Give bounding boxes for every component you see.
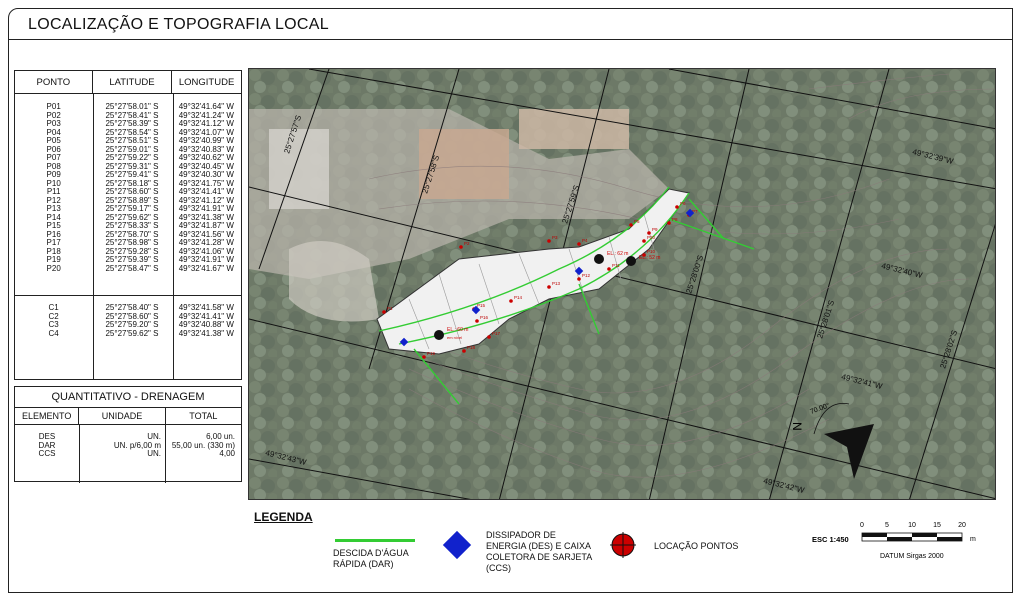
quantity-table: QUANTITATIVO - DRENAGEM ELEMENTO UNIDADE… (14, 386, 242, 483)
elevation-label: EL.: 62 m (607, 251, 628, 257)
point-label: P1 (387, 306, 393, 311)
header-unidade: UNIDADE (79, 408, 166, 424)
scale-unit: m (970, 536, 976, 543)
elevation-label: EL.: 52 m (639, 255, 660, 261)
elevation-marker-icon (434, 330, 444, 340)
total: 4,00 (219, 449, 235, 458)
header-longitude: LONGITUDE (178, 76, 235, 88)
point-label: P14 (514, 295, 523, 300)
longitude: 49°32'41.38" W (178, 328, 234, 338)
scale-bar: ESC 1:450 0 5 10 15 20 m DATUM Sirgas 20… (810, 518, 1000, 568)
location-point-marker[interactable] (577, 242, 581, 246)
unit: UN. (147, 449, 161, 458)
north-label: N (790, 422, 804, 431)
location-point-marker[interactable] (509, 299, 513, 303)
location-point-marker[interactable] (629, 223, 633, 227)
point-label: P2 (464, 241, 470, 246)
location-point-marker[interactable] (475, 319, 479, 323)
point-label: P6 (680, 201, 686, 206)
point-id: C4 (48, 328, 59, 338)
location-point-marker[interactable] (675, 205, 679, 209)
building-roof (269, 129, 329, 209)
point-id: P20 (46, 263, 61, 273)
location-point-marker[interactable] (462, 349, 466, 353)
location-point-marker[interactable] (382, 310, 386, 314)
point-label: P20 (647, 235, 656, 240)
points-rows: P01 25°27'58.01" S 49°32'41.64" W P02 25°27'… (15, 102, 241, 274)
point-label: P11 (612, 263, 620, 268)
location-point-marker[interactable] (547, 285, 551, 289)
element: CCS (38, 449, 56, 458)
point-label: P4 (582, 238, 588, 243)
table-row: C4 25°27'59.62" S 49°32'41.38" W (15, 328, 241, 339)
coordinates-table: PONTO LATITUDE LONGITUDE P01 25°27'58.01"… (14, 70, 242, 380)
legend-title: LEGENDA (254, 510, 313, 524)
point-label: P8 (672, 217, 678, 222)
point-label: P16 (480, 315, 489, 320)
page-title: LOCALIZAÇÃO E TOPOGRAFIA LOCAL (28, 16, 329, 33)
point-label: P3 (552, 235, 558, 240)
quantity-table-header: ELEMENTO UNIDADE TOTAL (15, 408, 241, 425)
scale-tick: 15 (933, 522, 941, 529)
dar-line-icon (335, 539, 415, 542)
header-ponto: PONTO (15, 71, 93, 93)
site-map-canvas: P1P2P3P4P5P6P7P8P9P10P11P12P13P14P15P16P… (249, 69, 995, 499)
elevation-sub: em nível (447, 335, 462, 340)
scale-tick: 0 (860, 522, 864, 529)
site-map[interactable]: P1 P2 P3 P4 P5 P6 P7 P8 P9 P10 P11 P12 P13 P14 P15 P16 P… (248, 68, 996, 500)
table-row: P20 25°27'58.47" S 49°32'41.67" W (15, 263, 241, 274)
point-label: P5 (634, 219, 640, 224)
legend-loc-label: LOCAÇÃO PONTOS (654, 541, 739, 551)
scale-tick: 10 (908, 522, 916, 529)
location-point-marker[interactable] (487, 335, 491, 339)
longitude: 49°32'41.67" W (178, 263, 234, 273)
latitude: 25°27'58.47" S (105, 263, 159, 273)
location-point-marker[interactable] (577, 277, 581, 281)
location-point-marker[interactable] (422, 355, 426, 359)
coordinates-table-header: PONTO LATITUDE LONGITUDE (15, 71, 241, 94)
scale-tick: 5 (885, 522, 889, 529)
point-label: P9 (652, 227, 658, 232)
table-row: CCS UN. 4,00 (15, 449, 241, 459)
location-point-marker[interactable] (642, 239, 646, 243)
header-elemento: ELEMENTO (15, 408, 80, 424)
point-label: P17 (492, 331, 501, 336)
location-point-marker[interactable] (667, 221, 671, 225)
scale-label: ESC 1:450 (812, 535, 849, 544)
scale-tick: 20 (958, 522, 966, 529)
elevation-marker-icon (626, 256, 636, 266)
point-label: P12 (582, 273, 591, 278)
point-label: P15 (477, 303, 486, 308)
location-point-marker[interactable] (607, 267, 611, 271)
elevation-marker-icon (594, 254, 604, 264)
location-point-marker[interactable] (547, 239, 551, 243)
quantity-table-title: QUANTITATIVO - DRENAGEM (15, 387, 241, 408)
location-point-icon (610, 532, 636, 558)
legend-dar-label: DESCIDA D'ÁGUA RÁPIDA (DAR) (333, 548, 409, 569)
datum-label: DATUM Sirgas 2000 (880, 553, 944, 560)
point-label: P13 (552, 281, 561, 286)
elevation-label: EL.: 60 m (447, 327, 468, 333)
point-label: P19 (427, 351, 436, 356)
legend-des-label: DISSIPADOR DE ENERGIA (DES) E CAIXA COLE… (486, 530, 592, 573)
collector-rows: C1 25°27'58.40" S 49°32'41.58" W C2 25°27'58… (15, 303, 241, 339)
point-label: P18 (467, 345, 476, 350)
header-latitude: LATITUDE (93, 71, 173, 93)
header-total: TOTAL (189, 411, 218, 421)
latitude: 25°27'59.62" S (105, 328, 159, 338)
quantity-table-body: DES UN. 6,00 un. DAR UN. p/6,00 m 55,00 un. (… (15, 425, 241, 483)
location-point-marker[interactable] (459, 245, 463, 249)
point-label: P10 (647, 249, 656, 254)
coordinates-table-body: P01 25°27'58.01" S 49°32'41.64" W P02 25°27'… (15, 94, 241, 379)
